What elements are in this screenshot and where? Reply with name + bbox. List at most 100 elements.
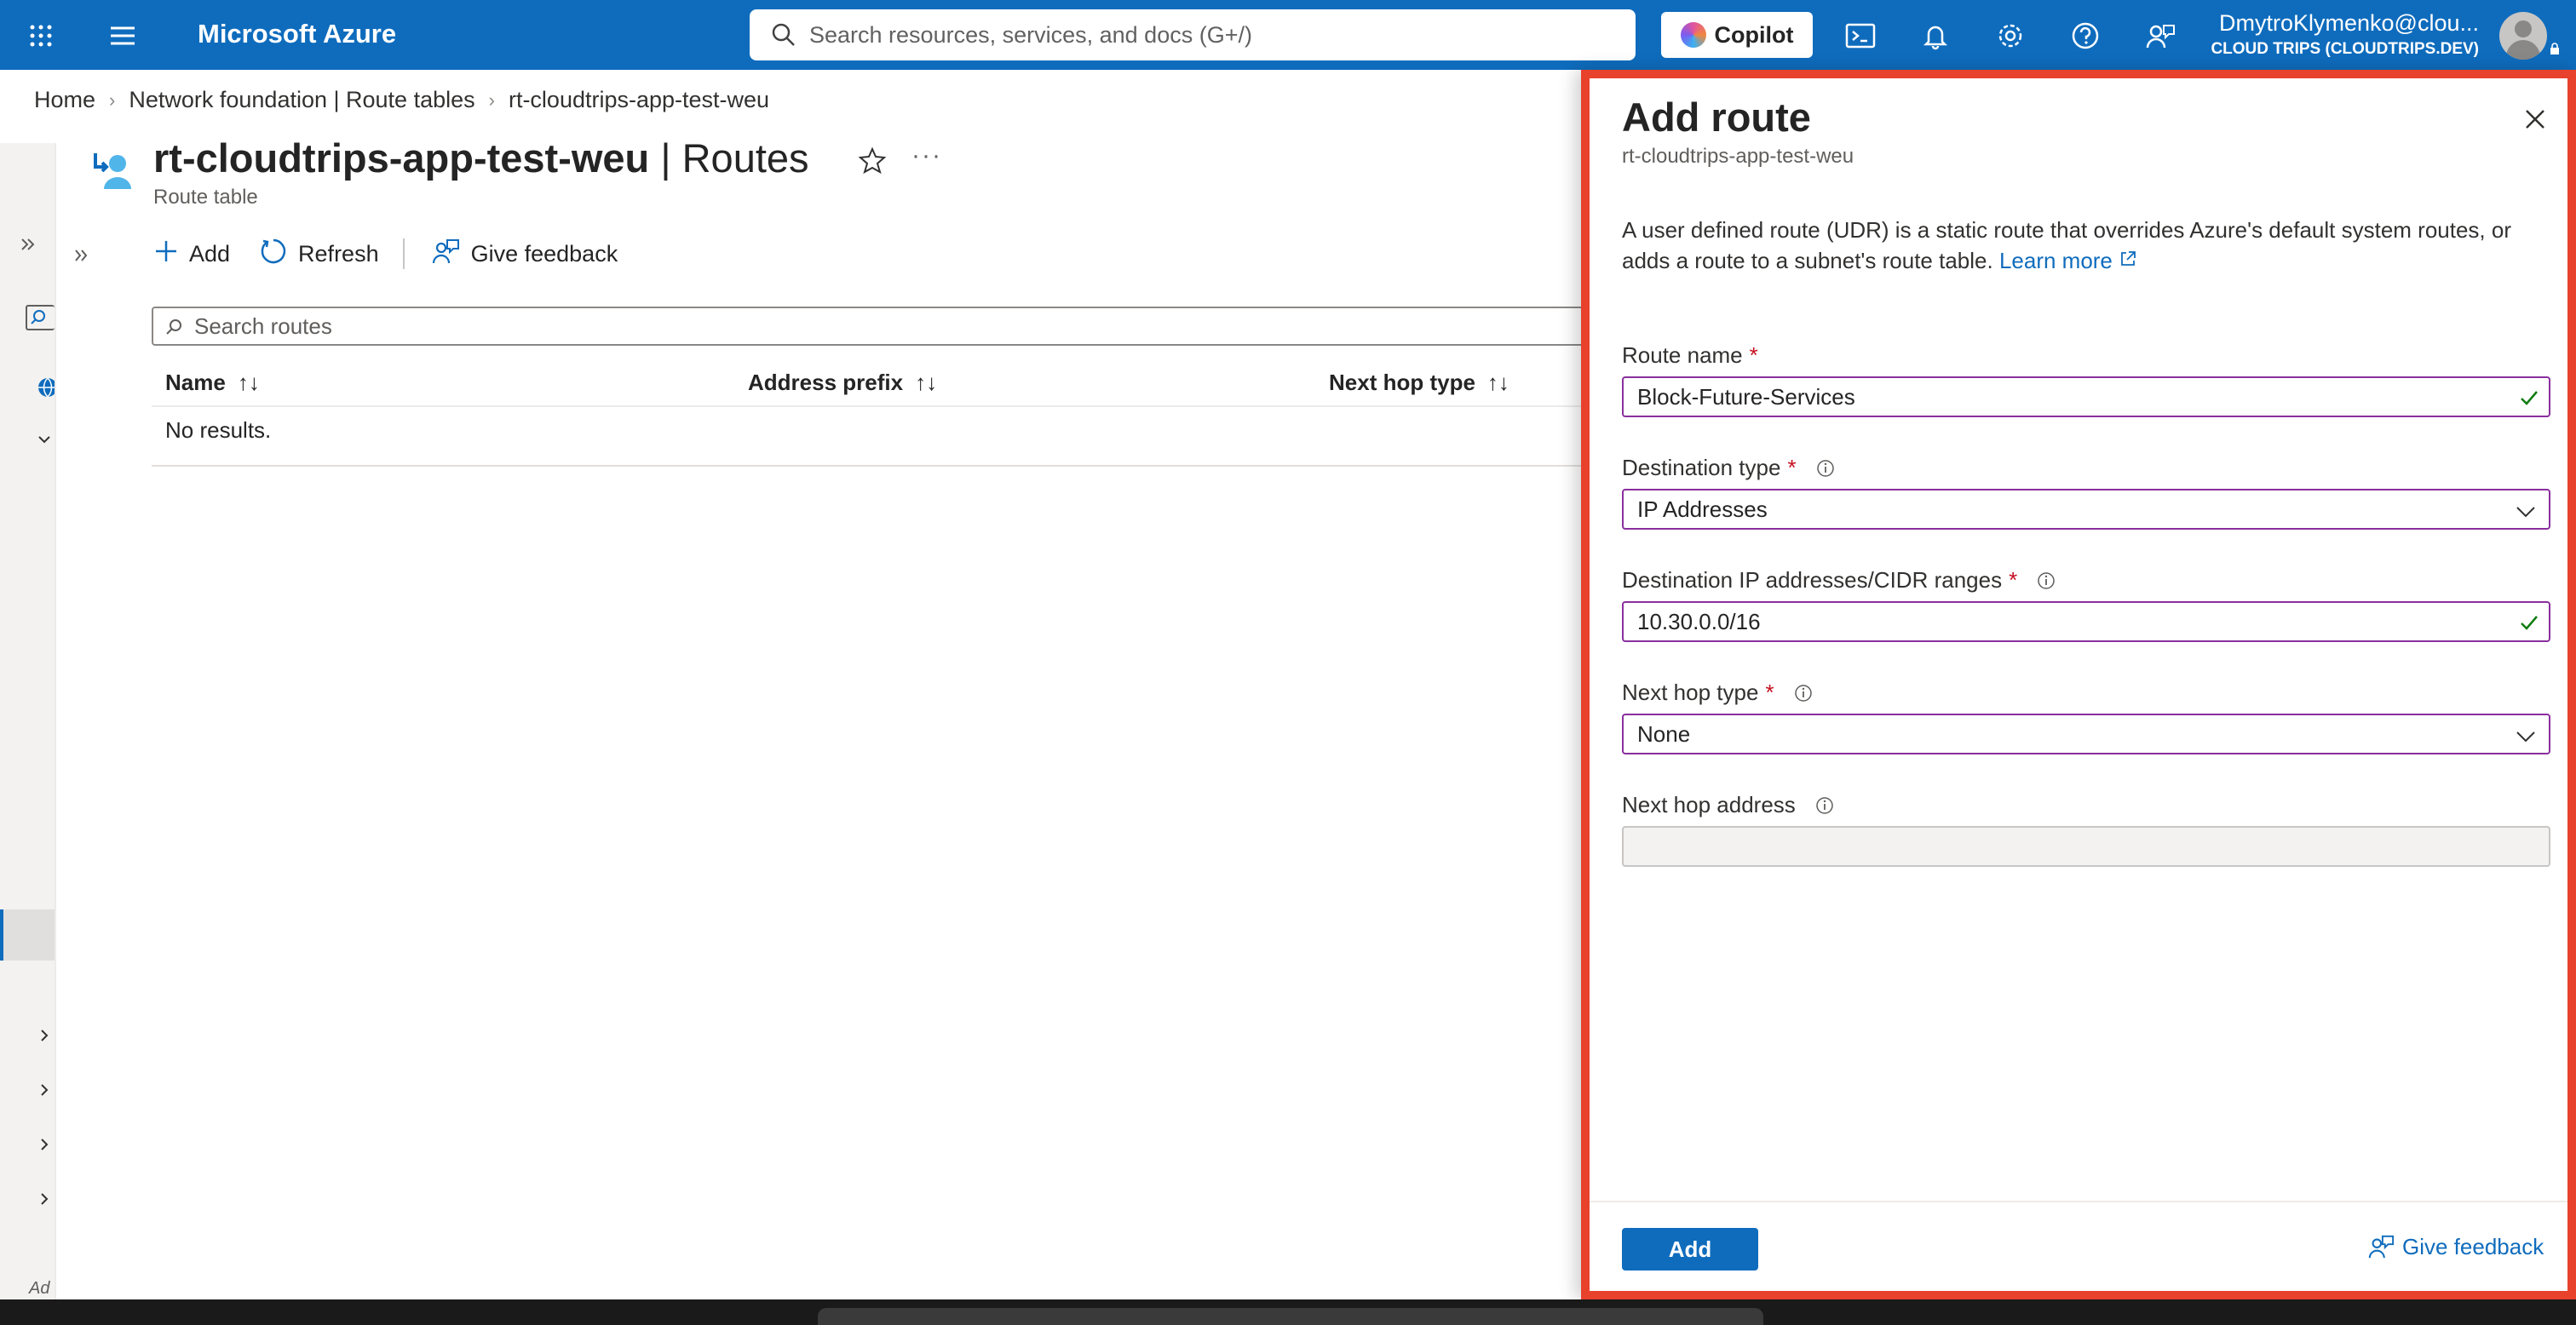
destination-type-label-text: Destination type bbox=[1622, 455, 1781, 480]
plus-icon bbox=[153, 238, 179, 270]
external-link-icon bbox=[2121, 251, 2136, 266]
next-hop-type-value: None bbox=[1637, 720, 1691, 747]
sort-icon: ↑↓ bbox=[1486, 370, 1509, 395]
resource-left-nav bbox=[0, 143, 57, 1299]
global-search-placeholder: Search resources, services, and docs (G+… bbox=[809, 21, 1252, 48]
route-name-label: Route name * bbox=[1622, 342, 1758, 369]
column-header-label: Address prefix bbox=[748, 370, 904, 395]
add-route-panel: Add route rt-cloudtrips-app-test-weu A u… bbox=[1581, 70, 2576, 1299]
column-header-address-prefix[interactable]: Address prefix ↑↓ bbox=[748, 370, 937, 396]
os-dock bbox=[818, 1308, 1763, 1325]
chevron-right-icon: › bbox=[488, 89, 495, 111]
account-info[interactable]: DmytroKlymenko@clou... CLOUD TRIPS (CLOU… bbox=[2208, 10, 2479, 59]
destination-type-label: Destination type * bbox=[1622, 455, 1836, 481]
command-bar: Add Refresh Give feedback bbox=[153, 233, 647, 274]
feedback-icon bbox=[430, 237, 461, 272]
panel-footer-divider bbox=[1590, 1201, 2567, 1202]
refresh-icon bbox=[259, 237, 288, 272]
resource-section: | Routes bbox=[660, 135, 809, 181]
give-feedback-button[interactable]: Give feedback bbox=[430, 237, 618, 272]
info-icon bbox=[1816, 796, 1833, 814]
sort-icon: ↑↓ bbox=[915, 370, 938, 395]
add-button-label: Add bbox=[189, 240, 231, 267]
next-hop-address-label-text: Next hop address bbox=[1622, 792, 1796, 817]
close-icon[interactable] bbox=[2518, 102, 2552, 136]
info-icon bbox=[2038, 571, 2055, 589]
destination-ips-input[interactable]: 10.30.0.0/16 bbox=[1622, 601, 2550, 642]
more-options-icon[interactable]: ··· bbox=[911, 141, 942, 170]
destination-type-value: IP Addresses bbox=[1637, 496, 1768, 522]
panel-subtitle: rt-cloudtrips-app-test-weu bbox=[1622, 145, 1854, 168]
brand-title[interactable]: Microsoft Azure bbox=[198, 19, 396, 49]
destination-ips-label-text: Destination IP addresses/CIDR ranges bbox=[1622, 567, 2003, 593]
search-routes-placeholder: Search routes bbox=[194, 313, 332, 339]
app-launcher-icon[interactable] bbox=[24, 19, 58, 53]
route-name-value: Block-Future-Services bbox=[1637, 383, 1855, 410]
refresh-button[interactable]: Refresh bbox=[259, 237, 379, 272]
nav-search-icon[interactable] bbox=[26, 305, 55, 330]
breadcrumb-current[interactable]: rt-cloudtrips-app-test-weu bbox=[509, 87, 769, 113]
add-route-submit-button[interactable]: Add bbox=[1622, 1228, 1758, 1271]
help-icon[interactable] bbox=[2067, 17, 2104, 54]
column-header-label: Next hop type bbox=[1329, 370, 1475, 395]
lock-icon bbox=[2549, 43, 2561, 54]
cloud-shell-icon[interactable] bbox=[1842, 17, 1879, 54]
required-indicator: * bbox=[1787, 455, 1797, 480]
chevron-right-icon: › bbox=[109, 89, 116, 111]
sort-icon: ↑↓ bbox=[237, 370, 260, 395]
destination-ips-label: Destination IP addresses/CIDR ranges * bbox=[1622, 567, 2056, 594]
account-email: DmytroKlymenko@clou... bbox=[2219, 10, 2479, 36]
give-feedback-label: Give feedback bbox=[470, 240, 618, 267]
resource-name: rt-cloudtrips-app-test-weu bbox=[153, 135, 650, 181]
required-indicator: * bbox=[1765, 680, 1774, 705]
notifications-bell-icon[interactable] bbox=[1917, 17, 1954, 54]
next-hop-address-input bbox=[1622, 826, 2550, 867]
chevron-down-icon bbox=[2515, 726, 2537, 748]
info-icon bbox=[1816, 459, 1834, 477]
favorite-star-icon[interactable] bbox=[857, 145, 888, 175]
empty-state-text: No results. bbox=[165, 417, 272, 443]
learn-more-link[interactable]: Learn more bbox=[1999, 248, 2137, 273]
column-header-name[interactable]: Name ↑↓ bbox=[165, 370, 260, 396]
panel-description: A user defined route (UDR) is a static r… bbox=[1622, 215, 2550, 276]
avatar[interactable] bbox=[2499, 12, 2547, 60]
portal-menu-icon[interactable] bbox=[106, 19, 140, 53]
nav-selected-item[interactable] bbox=[0, 909, 55, 961]
expand-nav-icon[interactable] bbox=[15, 232, 41, 257]
next-hop-address-label: Next hop address bbox=[1622, 792, 1835, 818]
grid-divider bbox=[152, 465, 1591, 467]
copilot-icon bbox=[1680, 22, 1706, 48]
route-table-icon bbox=[89, 145, 136, 196]
route-name-label-text: Route name bbox=[1622, 342, 1743, 368]
next-hop-type-dropdown[interactable]: None bbox=[1622, 714, 2550, 754]
breadcrumb-route-tables[interactable]: Network foundation | Route tables bbox=[129, 87, 474, 113]
nav-divider bbox=[55, 143, 56, 1299]
panel-give-feedback-link[interactable]: Give feedback bbox=[2366, 1233, 2544, 1260]
settings-gear-icon[interactable] bbox=[1992, 17, 2029, 54]
expand-menu-icon[interactable] bbox=[72, 245, 92, 266]
nav-bottom-text: Ad bbox=[29, 1279, 50, 1298]
global-search-input[interactable]: Search resources, services, and docs (G+… bbox=[750, 9, 1636, 60]
required-indicator: * bbox=[1749, 342, 1758, 368]
search-icon bbox=[770, 21, 797, 49]
copilot-button[interactable]: Copilot bbox=[1661, 12, 1813, 58]
destination-type-dropdown[interactable]: IP Addresses bbox=[1622, 489, 2550, 530]
refresh-button-label: Refresh bbox=[298, 240, 379, 267]
route-name-input[interactable]: Block-Future-Services bbox=[1622, 376, 2550, 417]
feedback-icon[interactable] bbox=[2142, 17, 2179, 54]
checkmark-icon bbox=[2518, 611, 2540, 634]
search-icon bbox=[164, 317, 184, 337]
search-routes-input[interactable]: Search routes bbox=[152, 307, 1591, 346]
copilot-label: Copilot bbox=[1714, 21, 1794, 48]
resource-type: Route table bbox=[153, 186, 258, 209]
top-bar: Microsoft Azure Search resources, servic… bbox=[0, 0, 2576, 70]
destination-ips-value: 10.30.0.0/16 bbox=[1637, 608, 1761, 634]
learn-more-label: Learn more bbox=[1998, 248, 2113, 273]
info-icon bbox=[1794, 684, 1812, 702]
breadcrumb-home[interactable]: Home bbox=[34, 87, 95, 113]
column-header-next-hop-type[interactable]: Next hop type ↑↓ bbox=[1329, 370, 1509, 396]
page-title: rt-cloudtrips-app-test-weu | Routes bbox=[153, 135, 809, 181]
add-button[interactable]: Add bbox=[153, 238, 230, 270]
checkmark-icon bbox=[2518, 387, 2540, 409]
account-tenant: CLOUD TRIPS (CLOUDTRIPS.DEV) bbox=[2211, 40, 2479, 58]
